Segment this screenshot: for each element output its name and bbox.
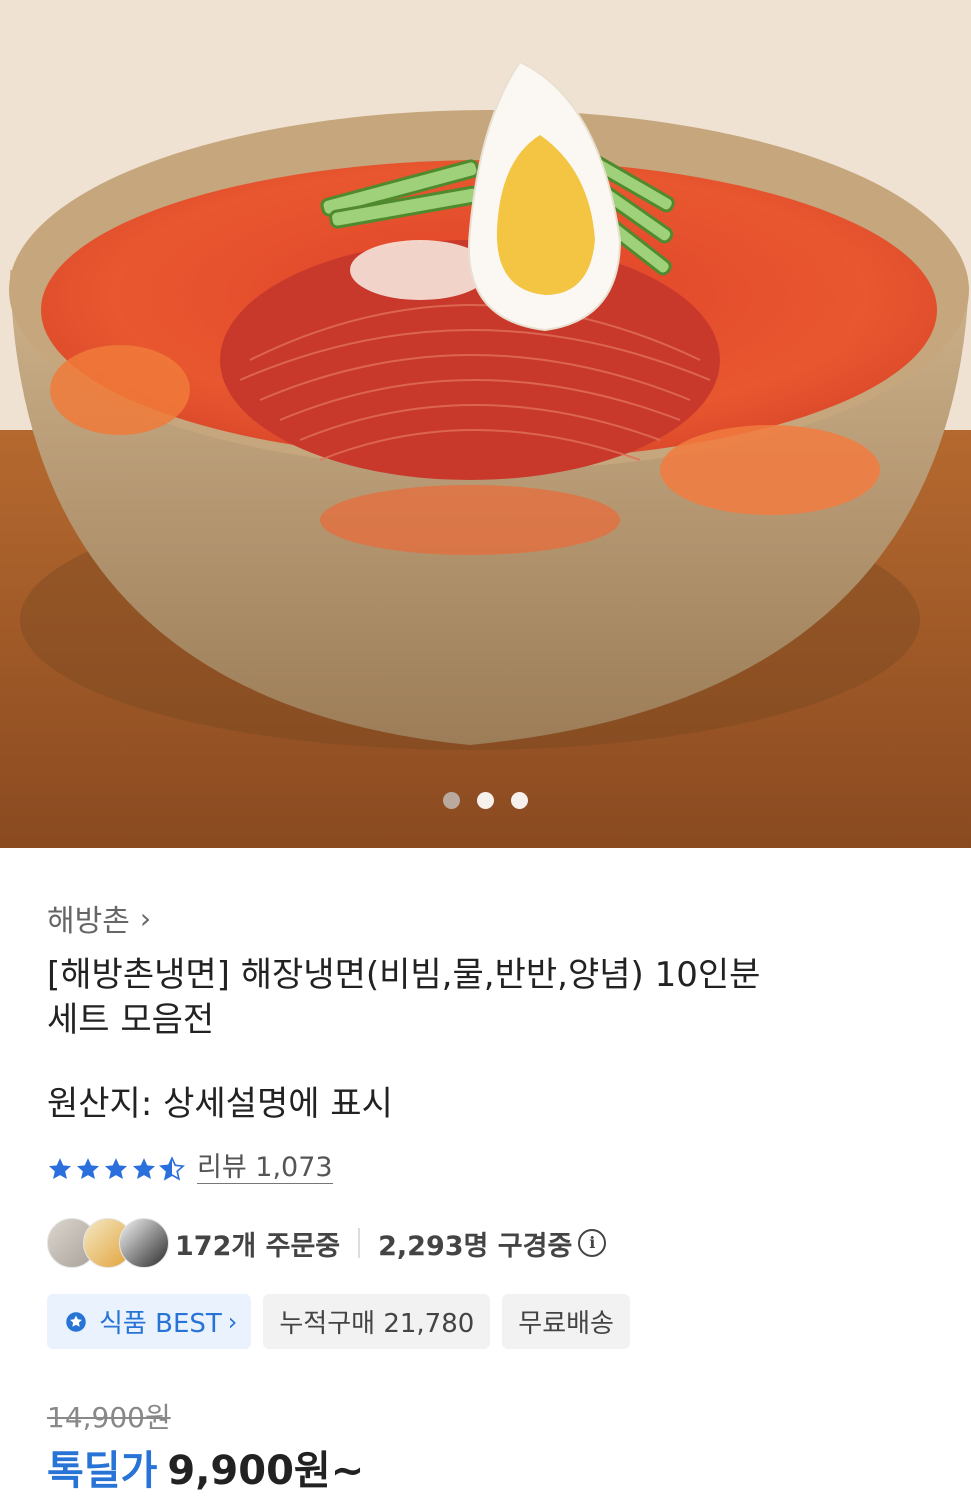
carousel-indicator[interactable] <box>0 792 971 809</box>
free-shipping-badge: 무료배송 <box>502 1294 630 1349</box>
star-full-icon <box>48 1157 72 1179</box>
carousel-dot-2[interactable] <box>477 792 494 809</box>
badge-row: 식품 BEST › 누적구매 21,780 무료배송 <box>47 1294 630 1349</box>
original-price: 14,900원 <box>47 1401 171 1434</box>
deal-price: 9,900원~ <box>167 1448 365 1494</box>
deal-price-row: 톡딜가 9,900원~ <box>47 1438 364 1496</box>
carousel-dot-1[interactable] <box>443 792 460 809</box>
deal-label: 톡딜가 <box>47 1448 158 1494</box>
viewers-count: 2,293명 구경중 <box>378 1230 573 1262</box>
product-photo <box>0 0 971 848</box>
food-best-badge[interactable]: 식품 BEST › <box>47 1294 252 1349</box>
avatar <box>119 1218 169 1268</box>
product-title-line-1: [해방촌냉면] 해장냉면(비빔,물,반반,양념) 10인분 <box>47 955 761 995</box>
star-full-icon <box>132 1157 156 1179</box>
chevron-right-icon: › <box>139 901 152 935</box>
buyer-avatars <box>47 1218 171 1268</box>
badge-flower-icon <box>66 1311 86 1332</box>
star-rating <box>47 1155 185 1182</box>
product-title-line-2: 세트 모음전 <box>47 1000 215 1040</box>
star-full-icon <box>104 1157 128 1179</box>
brand-link[interactable]: 해방촌 › <box>47 896 151 940</box>
brand-name: 해방촌 <box>47 904 130 939</box>
rating-row: 리뷰 1,073 <box>47 1153 333 1184</box>
product-title: [해방촌냉면] 해장냉면(비빔,물,반반,양념) 10인분 세트 모음전 <box>47 953 927 1043</box>
divider <box>358 1228 361 1258</box>
product-image-carousel[interactable] <box>0 0 971 848</box>
review-count-link[interactable]: 리뷰 1,073 <box>197 1153 333 1184</box>
star-full-icon <box>76 1157 100 1179</box>
carousel-dot-3[interactable] <box>511 792 528 809</box>
origin-info: 원산지: 상세설명에 표시 <box>47 1084 393 1124</box>
food-best-label: 식품 BEST <box>99 1309 222 1339</box>
social-proof-row: 172개 주문중 2,293명 구경중 i <box>47 1218 607 1268</box>
cumulative-purchase-badge: 누적구매 21,780 <box>263 1294 491 1349</box>
info-icon[interactable]: i <box>578 1229 607 1257</box>
chevron-right-icon: › <box>227 1307 238 1336</box>
orders-count: 172개 주문중 <box>175 1230 341 1262</box>
star-half-icon <box>159 1155 185 1181</box>
